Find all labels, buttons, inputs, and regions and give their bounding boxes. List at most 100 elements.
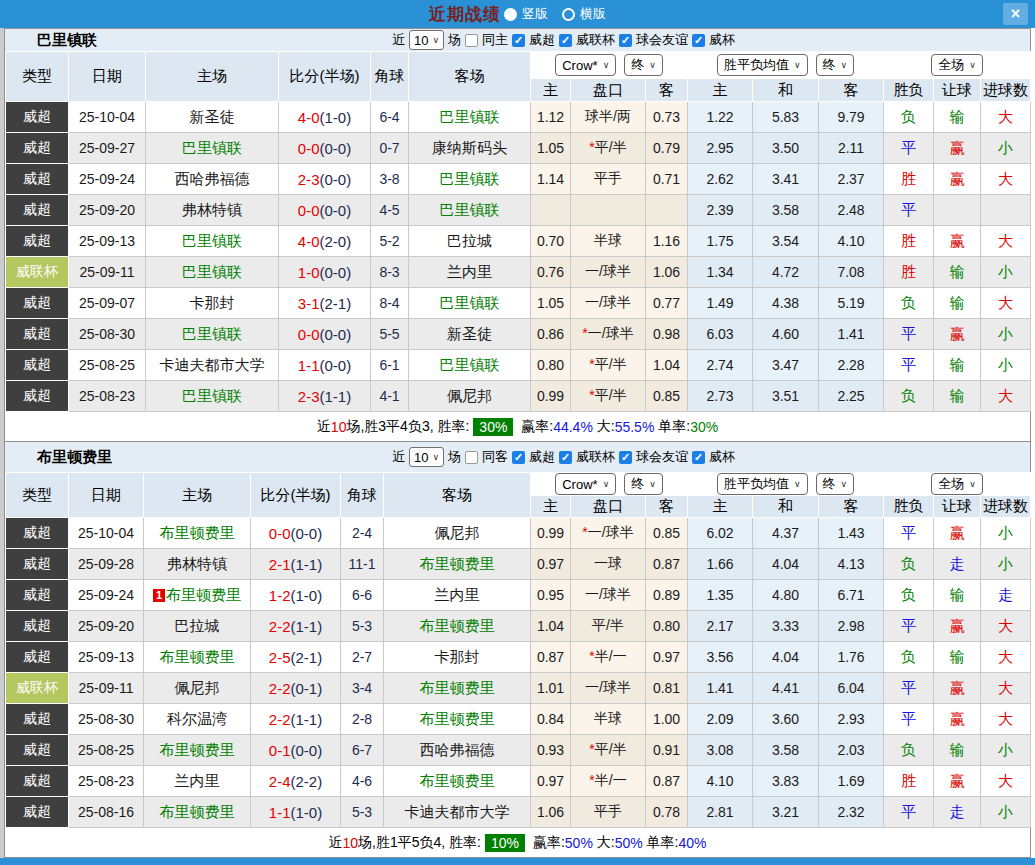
score-cell: 2-2(1-1) — [251, 611, 341, 642]
handicap-result-cell: 赢 — [934, 611, 981, 642]
avg-away-cell: 2.03 — [819, 735, 884, 766]
avg-home-cell: 2.62 — [688, 164, 753, 195]
subcolumn-header-6: 胜负 — [884, 496, 934, 518]
match-row: 威超25-09-20巴拉城2-2(1-1)5-3布里顿费里1.04平/半0.80… — [6, 611, 1031, 642]
half-score: (1-1) — [291, 618, 323, 635]
ah-away-odds-cell: 0.73 — [646, 102, 688, 133]
league-checkbox-3[interactable]: ✓ — [692, 451, 705, 464]
subcolumn-header-0: 主 — [531, 496, 571, 518]
results-table: 类型日期主场比分(半场)角球客场Crow*∨终∨胜平负均值∨终∨全场∨主盘口客主… — [5, 51, 1031, 412]
avg-home-cell: 6.03 — [688, 319, 753, 350]
team-name: 巴里镇联 — [37, 31, 97, 50]
match-date-cell: 25-09-13 — [69, 642, 144, 673]
match-row: 威超25-09-13巴里镇联4-0(2-0)5-2巴拉城0.70半球1.161.… — [6, 226, 1031, 257]
home-team-name: 布里顿费里 — [160, 524, 235, 541]
match-count-select[interactable]: 10∨ — [409, 30, 444, 50]
league-checkbox-0[interactable]: ✓ — [512, 34, 525, 47]
league-checkbox-1[interactable]: ✓ — [559, 451, 572, 464]
corner-cell: 8-3 — [371, 257, 409, 288]
handicap-result-cell: 赢 — [934, 164, 981, 195]
same-venue-checkbox[interactable] — [465, 451, 478, 464]
league-checkbox-2[interactable]: ✓ — [619, 34, 632, 47]
match-count-select[interactable]: 10∨ — [409, 447, 444, 467]
league-checkbox-2[interactable]: ✓ — [619, 451, 632, 464]
score-cell: 4-0(2-0) — [279, 226, 371, 257]
result-cell: 负 — [884, 642, 934, 673]
avg-stage-select[interactable]: 终∨ — [816, 473, 855, 495]
home-team-name: 佩尼邦 — [175, 679, 220, 696]
radio-selected-icon[interactable] — [504, 8, 517, 21]
column-header-4: 角球 — [341, 473, 384, 518]
avg-draw-cell: 3.60 — [753, 704, 819, 735]
avg-draw-cell: 4.04 — [753, 642, 819, 673]
corner-cell: 8-4 — [371, 288, 409, 319]
goals-result-cell: 小 — [981, 797, 1031, 828]
avg-odds-group: 胜平负均值∨ 终∨ — [688, 473, 884, 496]
home-team-name: 巴里镇联 — [182, 139, 242, 156]
avg-odds-select[interactable]: 胜平负均值∨ — [717, 473, 808, 495]
ah-line-text: 平/半 — [595, 356, 627, 372]
avg-draw-cell: 4.37 — [753, 518, 819, 549]
ah-line-cell: 一/球半 — [571, 257, 646, 288]
home-team-cell: 佩尼邦 — [144, 673, 251, 704]
column-header-3: 比分(半场) — [279, 52, 371, 102]
radio-vertical[interactable]: 竖版 — [504, 5, 548, 23]
full-score: 0-1 — [269, 742, 291, 759]
close-icon[interactable]: × — [1003, 3, 1028, 25]
match-date-cell: 25-08-30 — [69, 319, 146, 350]
ah-away-odds-cell: 1.06 — [646, 257, 688, 288]
away-team-name: 西哈弗福德 — [420, 741, 495, 758]
score-cell: 4-0(1-0) — [279, 102, 371, 133]
score-cell: 2-3(1-1) — [279, 381, 371, 412]
same-venue-checkbox[interactable] — [465, 34, 478, 47]
subcolumn-header-5: 客 — [819, 496, 884, 518]
odds-stage-select[interactable]: 终∨ — [624, 54, 663, 76]
odds-company-select[interactable]: Crow*∨ — [555, 54, 616, 76]
avg-stage-select[interactable]: 终∨ — [816, 54, 855, 76]
league-type-cell: 威超 — [6, 518, 69, 549]
handicap-result-cell: 赢 — [934, 226, 981, 257]
odds-stage-select-value: 终 — [631, 56, 644, 74]
avg-odds-select[interactable]: 胜平负均值∨ — [717, 54, 808, 76]
half-score: (1-1) — [291, 711, 323, 728]
score-cell: 2-4(2-2) — [251, 766, 341, 797]
away-team-name: 巴里镇联 — [440, 294, 500, 311]
radio-vertical-label: 竖版 — [522, 5, 548, 23]
avg-draw-cell: 4.41 — [753, 673, 819, 704]
half-score: (1-1) — [291, 556, 323, 573]
ah-line-cell: 球半/两 — [571, 102, 646, 133]
corner-cell: 0-7 — [371, 133, 409, 164]
league-checkbox-0[interactable]: ✓ — [512, 451, 525, 464]
away-team-name: 巴里镇联 — [440, 108, 500, 125]
radio-horizontal[interactable]: 横版 — [562, 5, 606, 23]
near-label: 近 — [392, 448, 405, 466]
summary-segment: 大: — [593, 834, 615, 852]
away-team-cell: 兰内里 — [409, 257, 531, 288]
corner-cell: 4-5 — [371, 195, 409, 226]
score-cell: 2-1(1-1) — [251, 549, 341, 580]
odds-company-select[interactable]: Crow*∨ — [555, 473, 616, 495]
goals-result-cell: 小 — [981, 133, 1031, 164]
team-section-1: 布里顿费里近10∨场同客✓威超✓威联杯✓球会友谊✓威杯类型日期主场比分(半场)角… — [4, 441, 1031, 858]
avg-draw-cell: 3.58 — [753, 195, 819, 226]
scope-select[interactable]: 全场∨ — [931, 54, 983, 76]
odds-stage-select[interactable]: 终∨ — [624, 473, 663, 495]
column-header-1: 日期 — [69, 52, 146, 102]
radio-unselected-icon[interactable] — [562, 8, 575, 21]
away-team-cell: 新圣徒 — [409, 319, 531, 350]
handicap-result-cell: 输 — [934, 102, 981, 133]
ah-away-odds-cell: 0.85 — [646, 381, 688, 412]
full-score: 1-0 — [298, 264, 320, 281]
scope-select[interactable]: 全场∨ — [931, 473, 983, 495]
match-row: 威超25-08-25布里顿费里0-1(0-0)6-7西哈弗福德0.93*平/半0… — [6, 735, 1031, 766]
half-score: (0-0) — [320, 171, 352, 188]
league-checkbox-3[interactable]: ✓ — [692, 34, 705, 47]
ah-home-odds-cell: 0.70 — [531, 226, 571, 257]
match-count-value: 10 — [414, 450, 428, 465]
match-row: 威超25-09-28弗林特镇2-1(1-1)11-1布里顿费里0.97一球0.8… — [6, 549, 1031, 580]
avg-draw-cell: 4.04 — [753, 549, 819, 580]
corner-cell: 4-6 — [341, 766, 384, 797]
league-checkbox-1[interactable]: ✓ — [559, 34, 572, 47]
ah-home-odds-cell: 0.86 — [531, 319, 571, 350]
league-label-0: 威超 — [529, 31, 555, 49]
